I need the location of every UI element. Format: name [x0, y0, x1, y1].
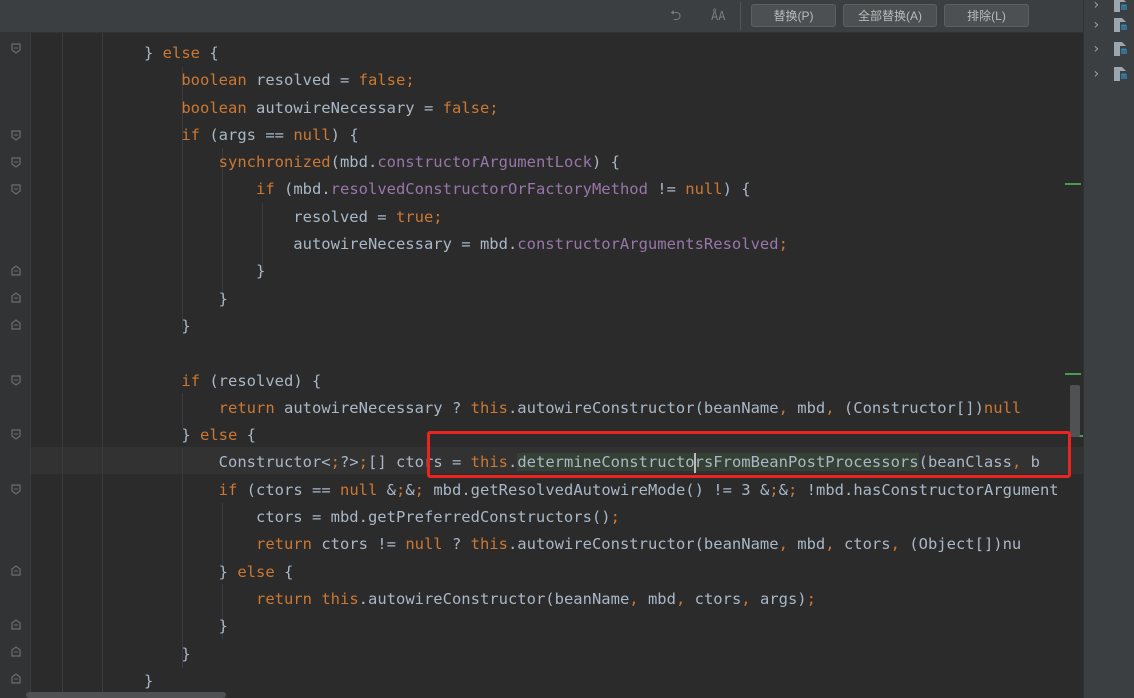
code-line: boolean resolved = false;	[181, 71, 415, 90]
fold-marker-icon[interactable]	[9, 264, 23, 278]
vertical-scrollbar-thumb[interactable]	[1070, 385, 1080, 437]
class-badge-icon: m	[1120, 71, 1129, 82]
code-line: resolved = true;	[144, 207, 443, 226]
fold-marker-icon[interactable]	[9, 645, 23, 659]
match-case-icon[interactable]: ÅA	[711, 6, 725, 26]
code-line: return autowireNecessary ? this.autowire…	[218, 398, 1022, 417]
tree-item[interactable]: › m	[1092, 16, 1132, 34]
code-line: if (resolved) {	[181, 371, 322, 390]
code-line: }	[144, 289, 228, 308]
class-badge-icon: m	[1120, 2, 1129, 13]
fold-marker-icon[interactable]	[9, 155, 23, 169]
fold-marker-icon[interactable]	[9, 482, 23, 496]
code-line: } else {	[144, 562, 294, 581]
class-badge-icon: m	[1120, 22, 1129, 33]
fold-marker-icon[interactable]	[9, 618, 23, 632]
toolbar-divider	[740, 2, 741, 30]
find-replace-toolbar: ⮌ ÅA 替换(P) 全部替换(A) 排除(L)	[0, 0, 1083, 33]
highlight-annotation-box	[427, 431, 1071, 478]
indent-guide	[102, 33, 103, 698]
chevron-right-icon[interactable]: ›	[1092, 40, 1100, 58]
replace-button[interactable]: 替换(P)	[751, 4, 836, 27]
fold-marker-icon[interactable]	[9, 182, 23, 196]
code-line: if (ctors == null &;&; mbd.getResolvedAu…	[218, 480, 1059, 499]
code-line: return ctors != null ? this.autowireCons…	[255, 535, 1022, 554]
code-line: }	[144, 671, 154, 690]
code-editor[interactable]: } else { boolean resolved = false; boole…	[0, 33, 1083, 698]
fold-marker-icon[interactable]	[9, 672, 23, 686]
replace-all-button[interactable]: 全部替换(A)	[843, 4, 937, 27]
tree-item[interactable]: › m	[1092, 40, 1132, 58]
code-line: ctors = mbd.getPreferredConstructors();	[144, 508, 620, 527]
code-line: return this.autowireConstructor(beanName…	[255, 589, 816, 608]
change-marker	[1065, 183, 1081, 185]
project-tree-panel: › m › m › m › m	[1083, 0, 1134, 698]
code-line: if (args == null) {	[181, 125, 359, 144]
code-line: if (mbd.resolvedConstructorOrFactoryMeth…	[255, 180, 751, 199]
exclude-button[interactable]: 排除(L)	[944, 4, 1029, 27]
code-line: autowireNecessary = mbd.constructorArgum…	[144, 235, 788, 254]
fold-marker-icon[interactable]	[9, 373, 23, 387]
code-line: }	[144, 316, 191, 335]
fold-marker-icon[interactable]	[9, 291, 23, 305]
class-badge-icon: m	[1120, 46, 1129, 57]
tree-item[interactable]: › m	[1092, 0, 1132, 14]
horizontal-scrollbar-thumb[interactable]	[26, 692, 226, 698]
change-marker	[1065, 373, 1081, 375]
indent-guide	[62, 33, 63, 698]
fold-marker-icon[interactable]	[9, 128, 23, 142]
tree-item[interactable]: › m	[1092, 65, 1132, 83]
code-content[interactable]: } else { boolean resolved = false; boole…	[144, 40, 1059, 695]
fold-marker-icon[interactable]	[9, 318, 23, 332]
code-line: }	[144, 617, 228, 636]
fold-marker-icon[interactable]	[9, 427, 23, 441]
code-line: boolean autowireNecessary = false;	[181, 98, 499, 117]
chevron-right-icon[interactable]: ›	[1092, 65, 1100, 83]
chevron-right-icon[interactable]: ›	[1092, 16, 1100, 34]
chevron-right-icon[interactable]: ›	[1092, 0, 1100, 14]
undo-icon[interactable]: ⮌	[670, 6, 681, 26]
fold-marker-icon[interactable]	[9, 564, 23, 578]
code-line: } else {	[144, 44, 219, 62]
code-line: }	[144, 644, 191, 663]
fold-marker-icon[interactable]	[9, 41, 23, 55]
code-line: }	[144, 262, 266, 281]
gutter-separator	[30, 33, 31, 698]
code-line: synchronized(mbd.constructorArgumentLock…	[218, 153, 620, 172]
